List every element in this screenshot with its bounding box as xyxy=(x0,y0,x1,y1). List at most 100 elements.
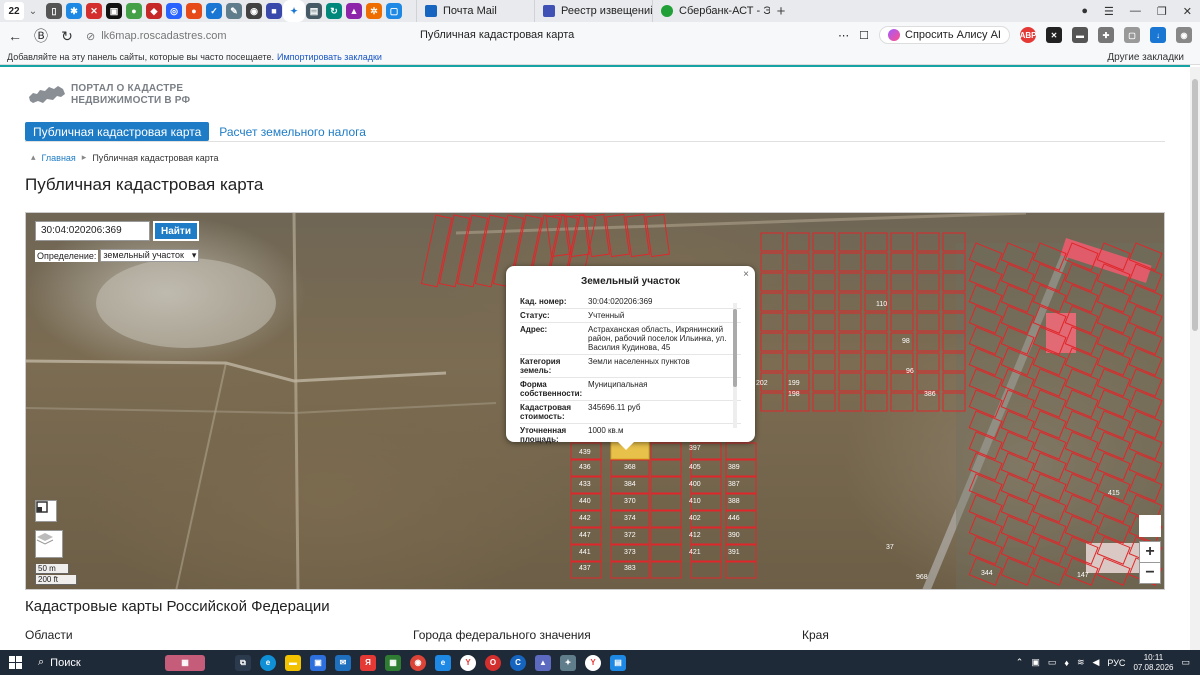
tab-favicon[interactable]: ✎ xyxy=(226,3,242,19)
tab-favicon[interactable]: ■ xyxy=(266,3,282,19)
column-regions[interactable]: Области xyxy=(25,628,73,642)
parcel-outline[interactable] xyxy=(890,292,914,312)
parcel-outline[interactable] xyxy=(916,252,940,272)
network-icon[interactable]: ▣ xyxy=(1031,657,1040,668)
language-indicator[interactable]: РУС xyxy=(1107,658,1125,668)
site-logo[interactable]: ПОРТАЛ О КАДАСТРЕ НЕДВИЖИМОСТИ В РФ xyxy=(27,83,190,107)
parcel-outline[interactable] xyxy=(890,392,914,412)
parcel-outline[interactable] xyxy=(916,352,940,372)
calculator-icon[interactable]: ▦ xyxy=(385,654,401,671)
mail-icon[interactable]: ✉ xyxy=(335,654,351,671)
parcel-outline[interactable] xyxy=(812,312,836,332)
map-control-blank[interactable] xyxy=(1139,515,1161,537)
parcel-outline[interactable] xyxy=(812,392,836,412)
scroll-thumb[interactable] xyxy=(1192,79,1198,331)
parcel-outline[interactable] xyxy=(474,214,507,288)
active-tab-favicon[interactable]: ✦ xyxy=(286,3,302,19)
breadcrumb-home[interactable]: Главная xyxy=(42,153,76,163)
parcel-outline[interactable] xyxy=(890,372,914,392)
download-icon[interactable]: ↓ xyxy=(1150,27,1166,43)
parcel-outline[interactable] xyxy=(838,232,862,252)
parcel-outline[interactable] xyxy=(786,232,810,252)
yandex-browser-icon[interactable]: Y xyxy=(460,654,476,671)
parcel-outline[interactable] xyxy=(864,352,888,372)
tab-favicon[interactable]: ▢ xyxy=(386,3,402,19)
zoom-in-button[interactable]: + xyxy=(1139,541,1161,563)
parcel-outline[interactable] xyxy=(565,213,590,258)
cadastral-map[interactable]: 3693683843703743723733834394364334404424… xyxy=(25,212,1165,590)
parcel-outline[interactable] xyxy=(760,292,784,312)
parcel-outline[interactable] xyxy=(864,252,888,272)
parcel-outline[interactable] xyxy=(916,232,940,252)
opera-icon[interactable]: O xyxy=(485,654,501,671)
profile-icon[interactable]: ◉ xyxy=(1176,27,1192,43)
parcel-outline[interactable] xyxy=(786,292,810,312)
yandex-browser-active-icon[interactable]: Y xyxy=(585,654,601,671)
task-view-icon[interactable]: ⧉ xyxy=(235,654,251,671)
parcel-outline[interactable] xyxy=(864,232,888,252)
parcel-outline[interactable] xyxy=(838,392,862,412)
tab-favicon[interactable]: ✱ xyxy=(66,3,82,19)
parcel-outline[interactable] xyxy=(864,392,888,412)
parcel-outline[interactable] xyxy=(838,272,862,292)
more-icon[interactable]: ⋯ xyxy=(838,29,849,42)
tab-favicon[interactable]: ▤ xyxy=(306,3,322,19)
clock[interactable]: 10:11 07.08.2026 xyxy=(1133,653,1173,673)
chevron-up-icon[interactable]: ⌃ xyxy=(1016,657,1024,668)
tab-registry[interactable]: Реестр извещений xyxy=(534,0,652,22)
parcel-outline[interactable] xyxy=(916,292,940,312)
tab-favicon[interactable]: ▣ xyxy=(106,3,122,19)
maximize-icon[interactable]: ❐ xyxy=(1157,5,1167,18)
parcel-outline[interactable] xyxy=(650,527,682,545)
app-icon[interactable]: ▤ xyxy=(610,654,626,671)
folder-icon[interactable]: ▬ xyxy=(285,654,301,671)
tab-favicon[interactable]: ● xyxy=(126,3,142,19)
parcel-outline[interactable] xyxy=(838,312,862,332)
menu-item-cadastral-map[interactable]: Публичная кадастровая карта xyxy=(25,122,210,141)
extension-icon[interactable]: ✕ xyxy=(1046,27,1062,43)
parcel-outline[interactable] xyxy=(760,252,784,272)
parcel-outline[interactable] xyxy=(890,232,914,252)
tab-favicon[interactable]: ◎ xyxy=(166,3,182,19)
parcel-outline[interactable] xyxy=(650,510,682,528)
minimize-icon[interactable]: — xyxy=(1130,5,1141,17)
parcel-outline[interactable] xyxy=(650,544,682,562)
page-scrollbar[interactable] xyxy=(1190,67,1200,650)
parcel-outline[interactable] xyxy=(812,352,836,372)
parcel-outline[interactable] xyxy=(890,252,914,272)
chrome-icon[interactable]: ◉ xyxy=(410,654,426,671)
import-bookmarks-link[interactable]: Импортировать закладки xyxy=(277,52,382,62)
tab-favicon[interactable]: ↻ xyxy=(326,3,342,19)
parcel-outline[interactable] xyxy=(890,312,914,332)
fullscreen-button[interactable] xyxy=(35,500,57,522)
parcel-outline[interactable] xyxy=(864,332,888,352)
tab-favicon[interactable]: ✕ xyxy=(86,3,102,19)
layers-button[interactable] xyxy=(35,530,63,558)
parcel-outline[interactable] xyxy=(625,213,650,258)
parcel-outline[interactable] xyxy=(786,352,810,372)
tab-favicon[interactable]: ◆ xyxy=(146,3,162,19)
microphone-icon[interactable]: ♦ xyxy=(1064,658,1069,668)
parcel-outline[interactable] xyxy=(838,292,862,312)
tab-count-badge[interactable]: 22 xyxy=(4,2,24,20)
parcel-outline[interactable] xyxy=(916,312,940,332)
store-icon[interactable]: ▣ xyxy=(310,654,326,671)
parcel-outline[interactable] xyxy=(650,561,682,579)
parcel-outline[interactable] xyxy=(812,252,836,272)
parcel-outline[interactable] xyxy=(605,213,630,258)
extension-icon[interactable]: ● xyxy=(1081,5,1088,17)
cadastral-search-input[interactable]: 30:04:020206:369 xyxy=(35,221,150,241)
app-icon[interactable]: C xyxy=(510,654,526,671)
parcel-outline[interactable] xyxy=(645,213,670,258)
parcel-outline[interactable] xyxy=(456,214,489,288)
edge-icon[interactable]: e xyxy=(260,654,276,671)
ie-icon[interactable]: e xyxy=(435,654,451,671)
parcel-outline[interactable] xyxy=(890,272,914,292)
city-widget-icon[interactable]: ▦ xyxy=(165,654,205,671)
parcel-outline[interactable] xyxy=(916,272,940,292)
parcel-outline[interactable] xyxy=(760,312,784,332)
notification-icon[interactable]: ▭ xyxy=(1181,657,1190,668)
parcel-outline[interactable] xyxy=(812,292,836,312)
taskbar-search[interactable]: ⌕ Поиск xyxy=(30,656,165,669)
reload-icon[interactable]: ↻ xyxy=(54,28,80,45)
